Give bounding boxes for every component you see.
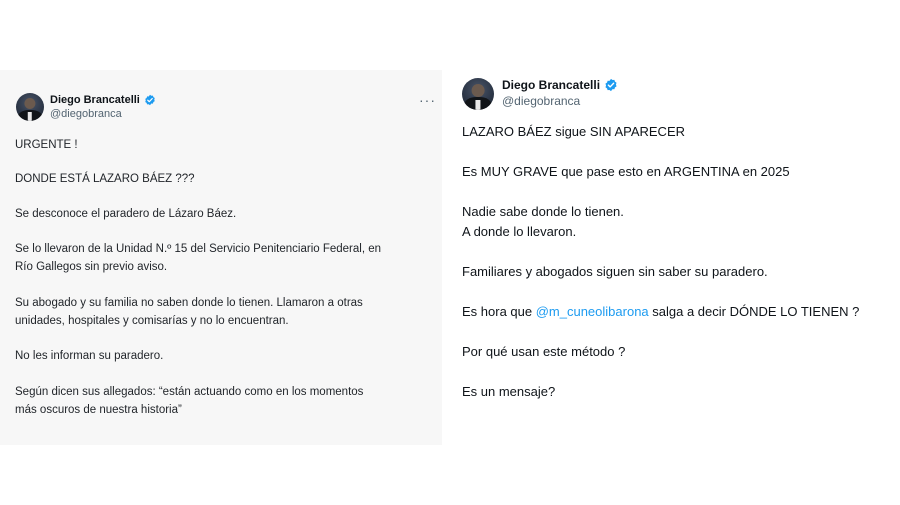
- tweet-text-line: más oscuros de nuestra historia”: [15, 404, 182, 416]
- author-name-label[interactable]: Diego Brancatelli: [50, 94, 140, 106]
- left-tweet-card: Diego Brancatelli @diegobranca ··· URGEN…: [0, 70, 442, 445]
- tweet-text-line: Nadie sabe donde lo tienen.: [462, 204, 624, 219]
- tweet-text-line: unidades, hospitales y comisarías y no l…: [15, 315, 289, 327]
- tweet-text-line: Se desconoce el paradero de Lázaro Báez.: [15, 208, 237, 220]
- tweet-text-line: A donde lo llevaron.: [462, 224, 577, 239]
- tweet-text-line: Se lo llevaron de la Unidad N.º 15 del S…: [15, 243, 382, 255]
- tweet-text-line: LAZARO BÁEZ sigue SIN APARECER: [462, 124, 685, 139]
- author-name[interactable]: Diego Brancatelli: [50, 94, 156, 106]
- avatar[interactable]: [462, 78, 494, 110]
- author-name[interactable]: Diego Brancatelli: [502, 78, 618, 92]
- right-tweet-card: Diego Brancatelli @diegobranca LAZARO BÁ…: [448, 68, 900, 448]
- verified-badge-icon: [145, 94, 155, 106]
- tweet-text-line: DONDE ESTÁ LAZARO BÁEZ ???: [15, 173, 195, 185]
- tweet-text-line: Río Gallegos sin previo aviso.: [15, 261, 168, 273]
- mention-prefix: Es hora que: [462, 304, 536, 319]
- tweet-text-line: No les informan su paradero.: [15, 350, 164, 362]
- mention-suffix: salga a decir DÓNDE LO TIENEN ?: [648, 304, 860, 319]
- tweet-text-line: Familiares y abogados siguen sin saber s…: [462, 264, 768, 279]
- tweet-text-line: URGENTE !: [15, 139, 78, 151]
- author-handle[interactable]: @diegobranca: [502, 94, 580, 108]
- tweet-text-line: Es MUY GRAVE que pase esto en ARGENTINA …: [462, 164, 790, 179]
- tweet-text-line: Por qué usan este método ?: [462, 344, 626, 359]
- verified-badge-icon: [605, 78, 617, 92]
- mention-link[interactable]: @m_cuneolibarona: [536, 304, 649, 319]
- author-name-label[interactable]: Diego Brancatelli: [502, 78, 600, 92]
- tweet-text-line-with-mention: Es hora que @m_cuneolibarona salga a dec…: [462, 304, 859, 320]
- author-handle[interactable]: @diegobranca: [50, 108, 122, 120]
- more-options-icon[interactable]: ···: [419, 92, 436, 108]
- tweet-text-line: Su abogado y su familia no saben donde l…: [15, 297, 363, 309]
- tweet-text-line: Según dicen sus allegados: “están actuan…: [15, 386, 364, 398]
- avatar[interactable]: [16, 93, 44, 121]
- tweet-text-line: Es un mensaje?: [462, 384, 556, 399]
